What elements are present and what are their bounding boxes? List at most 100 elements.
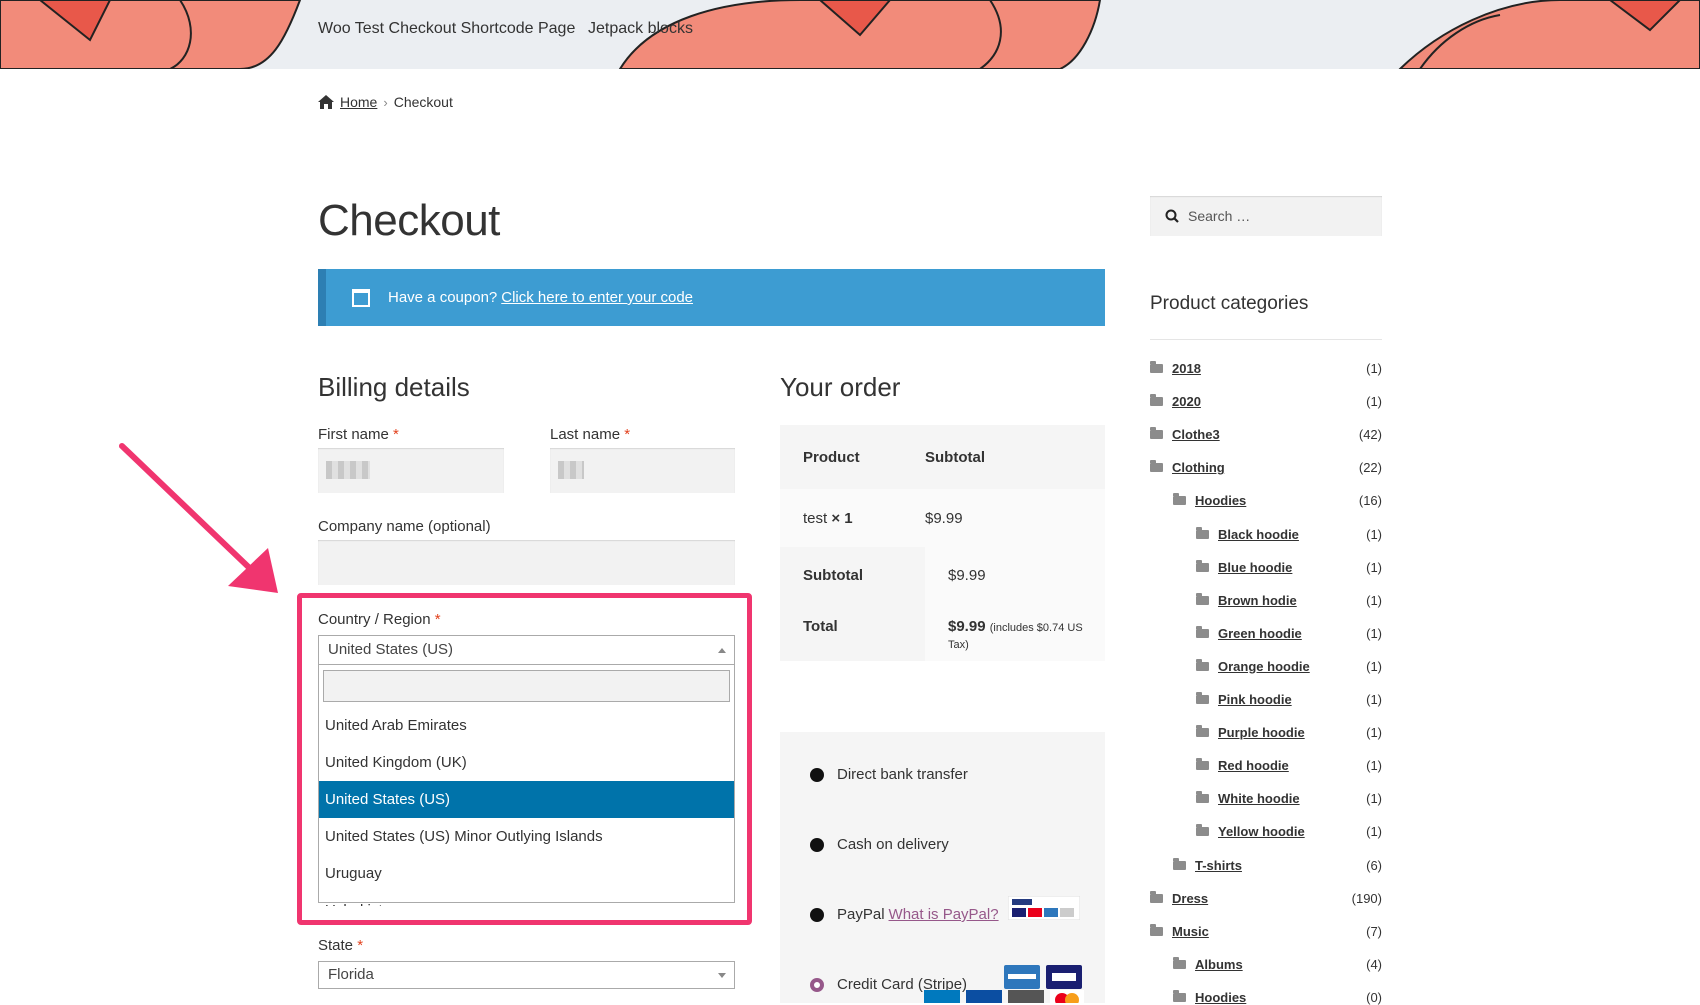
folder-icon — [1196, 725, 1209, 737]
category-item[interactable]: Clothe3 — [1150, 427, 1220, 442]
caret-down-icon — [718, 973, 726, 978]
home-icon — [318, 95, 334, 109]
category-link[interactable]: Music — [1172, 924, 1209, 939]
category-link[interactable]: 2018 — [1172, 361, 1201, 376]
category-item[interactable]: Albums — [1173, 957, 1243, 972]
category-link[interactable]: Albums — [1195, 957, 1243, 972]
category-item[interactable]: Blue hoodie — [1196, 560, 1292, 575]
category-item[interactable]: Orange hoodie — [1196, 659, 1310, 674]
category-count: (7) — [1366, 924, 1382, 939]
folder-icon — [1173, 493, 1186, 505]
category-link[interactable]: Red hoodie — [1218, 758, 1289, 773]
category-link[interactable]: White hoodie — [1218, 791, 1300, 806]
annotation-arrow-icon — [119, 443, 278, 593]
category-link[interactable]: Yellow hoodie — [1218, 824, 1305, 839]
category-count: (6) — [1366, 858, 1382, 873]
folder-icon — [1196, 626, 1209, 638]
category-count: (190) — [1351, 891, 1382, 906]
last-name-field[interactable] — [550, 448, 735, 493]
category-link[interactable]: Orange hoodie — [1218, 659, 1310, 674]
category-count: (1) — [1366, 824, 1382, 839]
folder-icon — [1150, 361, 1163, 373]
category-link[interactable]: Blue hoodie — [1218, 560, 1292, 575]
col-product: Product — [803, 448, 860, 466]
folder-icon — [1150, 460, 1163, 472]
first-name-field[interactable] — [318, 448, 504, 493]
radio-button[interactable] — [810, 837, 824, 852]
folder-icon — [1196, 560, 1209, 572]
folder-icon — [1173, 858, 1186, 870]
category-link[interactable]: Black hoodie — [1218, 527, 1299, 542]
category-item[interactable]: White hoodie — [1196, 791, 1300, 806]
category-item[interactable]: 2020 — [1150, 394, 1201, 409]
category-link[interactable]: Clothe3 — [1172, 427, 1220, 442]
category-item[interactable]: Hoodies — [1173, 493, 1246, 508]
item-price: $9.99 — [925, 509, 963, 527]
category-item[interactable]: Yellow hoodie — [1196, 824, 1305, 839]
category-count: (1) — [1366, 791, 1382, 806]
category-count: (4) — [1366, 957, 1382, 972]
payment-paypal[interactable]: PayPal What is PayPal? — [810, 906, 999, 923]
folder-icon — [1196, 659, 1209, 671]
category-item[interactable]: Clothing — [1150, 460, 1225, 475]
category-item[interactable]: Purple hoodie — [1196, 725, 1305, 740]
category-item[interactable]: Black hoodie — [1196, 527, 1299, 542]
item-name: test — [803, 509, 828, 527]
search-icon — [1165, 209, 1179, 223]
category-item[interactable]: 2018 — [1150, 361, 1201, 376]
category-count: (1) — [1366, 527, 1382, 542]
payment-bank-transfer[interactable]: Direct bank transfer — [810, 766, 968, 783]
sidebar-search-input[interactable]: Search … — [1150, 196, 1382, 236]
category-link[interactable]: 2020 — [1172, 394, 1201, 409]
category-count: (1) — [1366, 361, 1382, 376]
category-item[interactable]: Green hoodie — [1196, 626, 1302, 641]
company-label: Company name (optional) — [318, 518, 491, 535]
order-title: Your order — [780, 372, 901, 402]
subtotal-value: $9.99 — [925, 547, 1105, 604]
category-item[interactable]: Music — [1150, 924, 1209, 939]
radio-button-selected[interactable] — [810, 977, 824, 992]
last-name-label: Last name * — [550, 426, 631, 443]
coupon-link[interactable]: Click here to enter your code — [501, 289, 693, 306]
folder-icon — [1173, 990, 1186, 1002]
radio-button[interactable] — [810, 767, 824, 782]
site-header: Woo Test Checkout Shortcode Page Jetpack… — [0, 0, 1700, 69]
category-link[interactable]: Dress — [1172, 891, 1208, 906]
category-count: (1) — [1366, 758, 1382, 773]
divider — [1150, 339, 1382, 340]
category-item[interactable]: Red hoodie — [1196, 758, 1289, 773]
category-link[interactable]: Pink hoodie — [1218, 692, 1292, 707]
calendar-icon — [352, 288, 370, 307]
category-link[interactable]: Brown hodie — [1218, 593, 1297, 608]
category-link[interactable]: Green hoodie — [1218, 626, 1302, 641]
total-label: Total — [780, 604, 925, 661]
company-field[interactable] — [318, 540, 735, 585]
coupon-notice: Have a coupon? Click here to enter your … — [318, 269, 1105, 326]
radio-button[interactable] — [810, 907, 824, 922]
category-count: (1) — [1366, 659, 1382, 674]
nav-jetpack-blocks[interactable]: Jetpack blocks — [588, 20, 693, 38]
state-select[interactable]: Florida — [318, 961, 735, 989]
category-link[interactable]: Purple hoodie — [1218, 725, 1305, 740]
breadcrumb-home-link[interactable]: Home — [340, 94, 377, 110]
page-title: Checkout — [318, 196, 500, 245]
redacted-value — [558, 461, 584, 479]
nav-checkout-shortcode[interactable]: Woo Test Checkout Shortcode Page — [318, 20, 575, 38]
folder-icon — [1150, 924, 1163, 936]
category-item[interactable]: Brown hodie — [1196, 593, 1297, 608]
category-item[interactable]: Dress — [1150, 891, 1208, 906]
header-decoration — [0, 0, 1700, 69]
required-mark: * — [357, 937, 364, 954]
billing-title: Billing details — [318, 372, 470, 402]
category-item[interactable]: T-shirts — [1173, 858, 1242, 873]
folder-icon — [1196, 791, 1209, 803]
category-item[interactable]: Pink hoodie — [1196, 692, 1292, 707]
payment-cash-on-delivery[interactable]: Cash on delivery — [810, 836, 949, 853]
category-link[interactable]: T-shirts — [1195, 858, 1242, 873]
category-count: (16) — [1358, 493, 1382, 508]
category-count: (42) — [1358, 427, 1382, 442]
category-link[interactable]: Hoodies — [1195, 493, 1246, 508]
category-link[interactable]: Clothing — [1172, 460, 1225, 475]
col-subtotal: Subtotal — [925, 448, 985, 466]
what-is-paypal-link[interactable]: What is PayPal? — [889, 906, 999, 923]
